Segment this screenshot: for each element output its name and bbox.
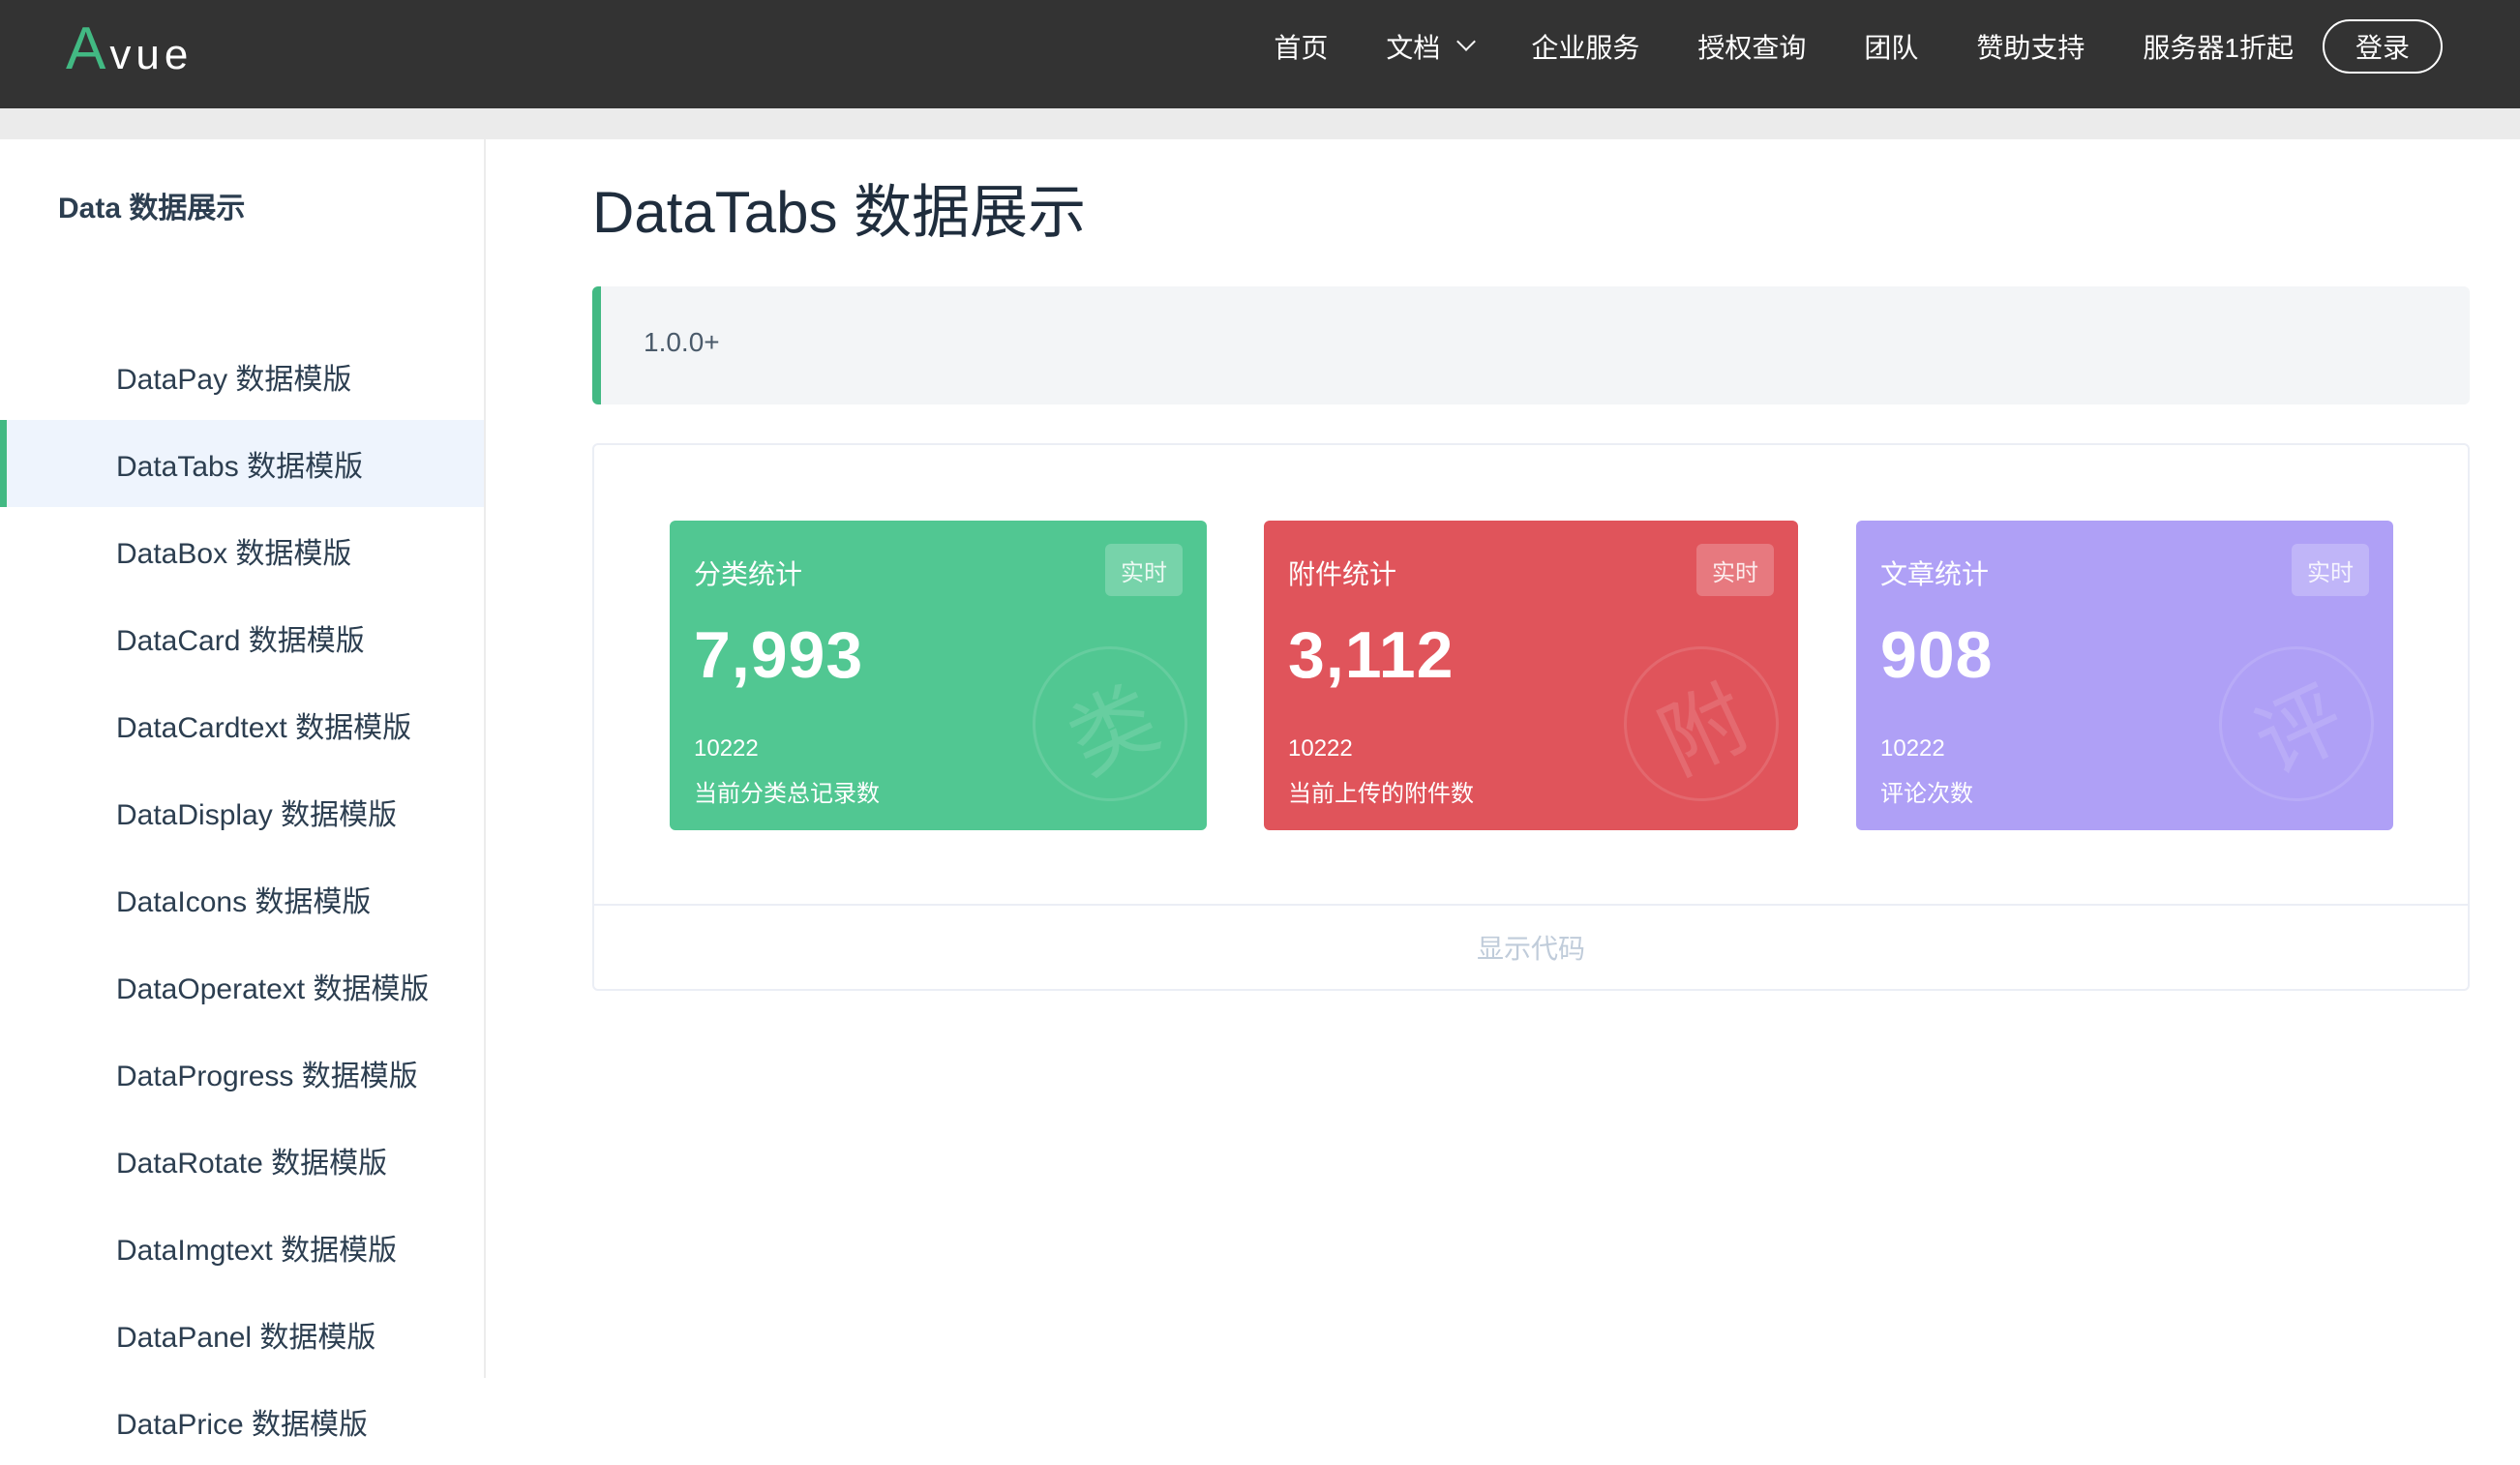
category-icon: 类 — [1006, 620, 1207, 827]
sidebar-item-datapay[interactable]: DataPay 数据模版 — [0, 333, 484, 420]
sidebar-item-databox[interactable]: DataBox 数据模版 — [0, 507, 484, 594]
realtime-badge: 实时 — [1105, 544, 1183, 596]
sidebar-item-dataimgtext[interactable]: DataImgtext 数据模版 — [0, 1204, 484, 1291]
comment-icon: 评 — [2193, 620, 2393, 827]
header-divider — [0, 108, 2520, 139]
main-nav: 首页 文档 企业服务 授权查询 团队 赞助支持 服务器1折起 登录 — [1274, 17, 2443, 75]
card-subvalue: 10222 — [1288, 735, 1353, 762]
attachment-icon: 附 — [1598, 620, 1798, 827]
card-subvalue: 10222 — [1880, 735, 1945, 762]
sidebar-item-dataoperatext[interactable]: DataOperatext 数据模版 — [0, 942, 484, 1030]
card-count: 908 — [1880, 618, 1994, 692]
sidebar-group-title: Data 数据展示 — [58, 193, 246, 224]
card-title: 附件统计 — [1288, 559, 1397, 589]
nav-docs[interactable]: 文档 — [1386, 27, 1477, 66]
realtime-badge: 实时 — [1696, 544, 1774, 596]
stat-card-article: 文章统计 实时 908 10222 评论次数 评 — [1856, 521, 2393, 830]
nav-sponsor[interactable]: 赞助支持 — [1976, 27, 2085, 66]
card-title: 分类统计 — [694, 559, 803, 589]
stat-card-attachment: 附件统计 实时 3,112 10222 当前上传的附件数 附 — [1264, 521, 1798, 830]
nav-team[interactable]: 团队 — [1864, 27, 1918, 66]
logo-letter: A — [66, 15, 106, 82]
card-subvalue: 10222 — [694, 735, 759, 762]
version-label: 1.0.0+ — [644, 327, 720, 357]
demo-block: 分类统计 实时 7,993 10222 当前分类总记录数 类 附件统计 实时 3… — [592, 443, 2470, 991]
top-navbar: A vue 首页 文档 企业服务 授权查询 团队 赞助支持 服务器1折起 登录 — [0, 0, 2520, 108]
avue-logo[interactable]: A vue — [66, 6, 193, 93]
sidebar-item-datarotate[interactable]: DataRotate 数据模版 — [0, 1117, 484, 1204]
card-description: 当前分类总记录数 — [694, 781, 880, 807]
nav-docs-label: 文档 — [1386, 33, 1441, 63]
sidebar-item-datapanel[interactable]: DataPanel 数据模版 — [0, 1291, 484, 1378]
nav-enterprise[interactable]: 企业服务 — [1531, 27, 1639, 66]
realtime-badge: 实时 — [2292, 544, 2369, 596]
show-code-button[interactable]: 显示代码 — [594, 904, 2468, 989]
sidebar-item-datacardtext[interactable]: DataCardtext 数据模版 — [0, 681, 484, 768]
card-count: 7,993 — [694, 618, 864, 692]
sidebar: Data 数据展示 DataPay 数据模版 DataTabs 数据模版 Dat… — [0, 139, 486, 1441]
sidebar-item-datacard[interactable]: DataCard 数据模版 — [0, 594, 484, 681]
nav-server-discount[interactable]: 服务器1折起 — [2143, 27, 2294, 66]
sidebar-item-dataprice[interactable]: DataPrice 数据模版 — [0, 1378, 484, 1465]
chevron-down-icon — [1456, 32, 1477, 51]
card-title: 文章统计 — [1880, 559, 1990, 589]
page-title: DataTabs 数据展示 — [592, 180, 1087, 245]
logo-text: vue — [109, 31, 194, 78]
version-tip: 1.0.0+ — [592, 286, 2470, 404]
sidebar-item-dataprogress[interactable]: DataProgress 数据模版 — [0, 1030, 484, 1117]
login-button[interactable]: 登录 — [2323, 19, 2443, 74]
stat-card-category: 分类统计 实时 7,993 10222 当前分类总记录数 类 — [670, 521, 1207, 830]
card-description: 当前上传的附件数 — [1288, 781, 1474, 807]
card-count: 3,112 — [1288, 618, 1455, 692]
sidebar-item-dataicons[interactable]: DataIcons 数据模版 — [0, 855, 484, 942]
nav-license-query[interactable]: 授权查询 — [1697, 27, 1806, 66]
sidebar-item-datadisplay[interactable]: DataDisplay 数据模版 — [0, 768, 484, 855]
nav-home[interactable]: 首页 — [1274, 27, 1328, 66]
sidebar-item-datatabs[interactable]: DataTabs 数据模版 — [0, 420, 484, 507]
card-description: 评论次数 — [1880, 781, 1973, 807]
